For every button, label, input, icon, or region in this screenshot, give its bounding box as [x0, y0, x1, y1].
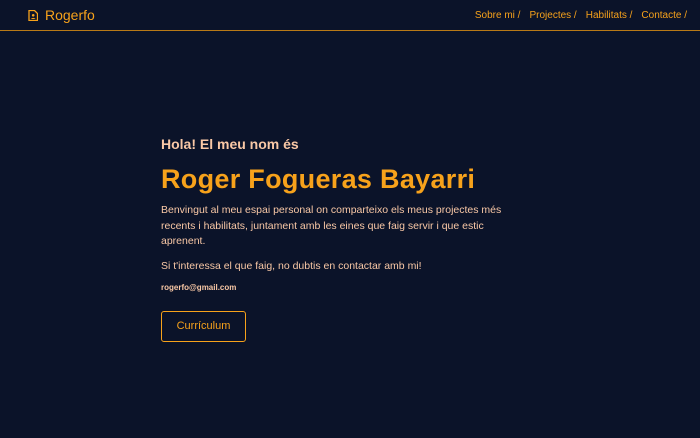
page: Rogerfo Sobre mi / Projectes / Habilitat… [0, 0, 700, 438]
name-heading: Roger Fogueras Bayarri [161, 164, 476, 194]
intro-paragraph: Benvingut al meu espai personal on compa… [161, 204, 502, 247]
brand-name: Rogerfo [45, 7, 95, 23]
email-text: rogerfo@gmail.com [161, 282, 237, 292]
hero-section: Hola! El meu nom és Roger Fogueras Bayar… [161, 136, 541, 342]
nav-link-projectes[interactable]: Projectes / [529, 10, 576, 21]
greeting-text: Hola! El meu nom és [161, 136, 299, 152]
document-icon [28, 9, 38, 21]
navbar: Rogerfo Sobre mi / Projectes / Habilitat… [0, 0, 700, 31]
nav-link-habilitats[interactable]: Habilitats / [586, 10, 633, 21]
nav-link-contacte[interactable]: Contacte / [641, 10, 687, 21]
brand-link[interactable]: Rogerfo [28, 7, 95, 23]
contact-cta-text: Si t'interessa el que faig, no dubtis en… [161, 259, 422, 272]
nav-links: Sobre mi / Projectes / Habilitats / Cont… [466, 10, 687, 21]
nav-link-sobre-mi[interactable]: Sobre mi / [475, 10, 521, 21]
curriculum-button[interactable]: Currículum [161, 310, 246, 342]
